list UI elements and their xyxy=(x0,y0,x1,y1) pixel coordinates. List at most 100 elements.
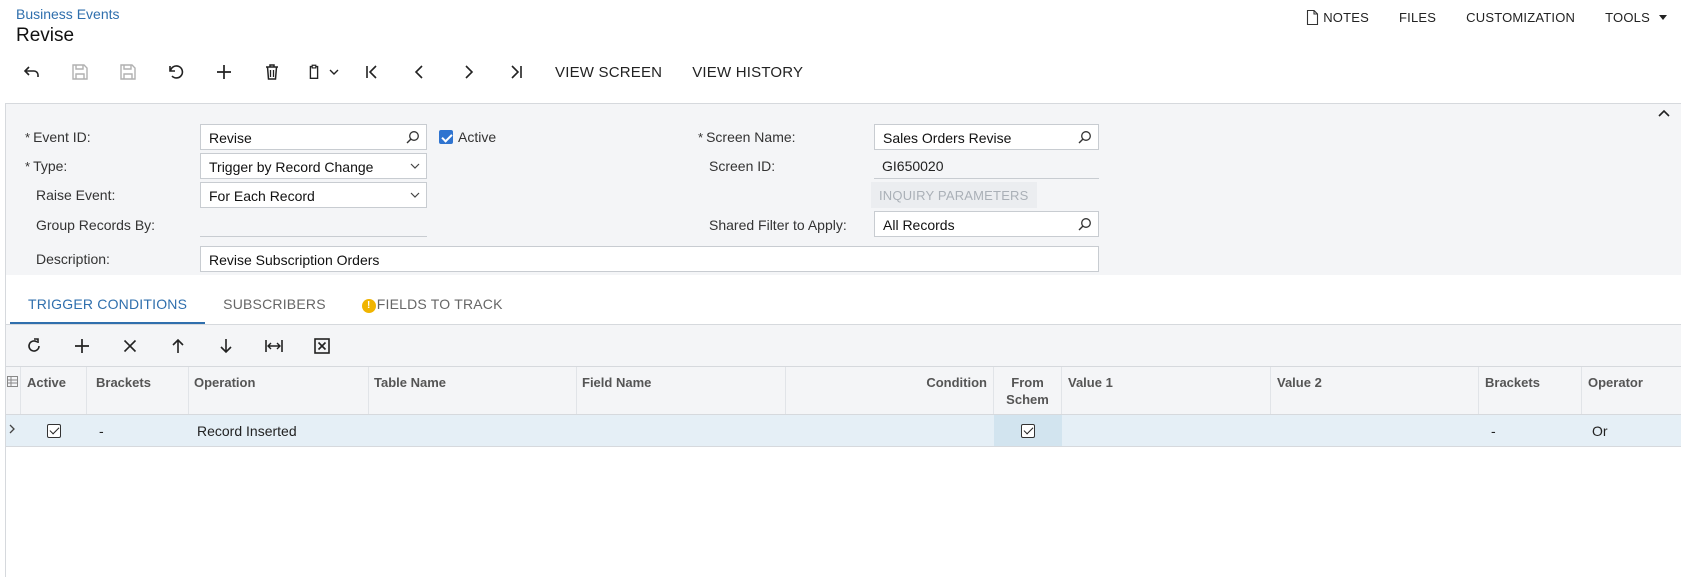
chevron-left-icon xyxy=(414,65,423,79)
raise-event-value: For Each Record xyxy=(209,188,315,204)
tab-subscribers[interactable]: SUBSCRIBERS xyxy=(205,290,344,325)
delete-row-button[interactable] xyxy=(106,330,154,362)
row-value2[interactable] xyxy=(1271,415,1479,446)
col-value1[interactable]: Value 1 xyxy=(1062,367,1271,414)
add-row-button[interactable] xyxy=(58,330,106,362)
shared-filter-field[interactable]: All Records xyxy=(874,211,1099,237)
event-id-label-text: Event ID: xyxy=(33,129,91,145)
col-brackets-open[interactable]: Brackets xyxy=(87,367,189,414)
collapse-chevron-up-icon[interactable] xyxy=(1657,108,1671,118)
save-button[interactable] xyxy=(104,56,152,88)
active-label: Active xyxy=(458,129,497,145)
search-icon[interactable] xyxy=(406,130,420,144)
checkbox-checked-icon xyxy=(1021,424,1035,439)
add-button[interactable] xyxy=(200,56,248,88)
col-from-schema-line2: Schem xyxy=(1006,392,1049,407)
row-selector[interactable] xyxy=(5,415,21,446)
row-value1[interactable] xyxy=(1062,415,1271,446)
col-operator[interactable]: Operator xyxy=(1582,367,1681,414)
tab-trigger-conditions[interactable]: TRIGGER CONDITIONS xyxy=(10,290,206,325)
breadcrumb[interactable]: Business Events xyxy=(16,6,120,22)
back-button[interactable] xyxy=(8,56,56,88)
search-icon[interactable] xyxy=(1078,130,1092,144)
view-screen-button[interactable]: VIEW SCREEN xyxy=(540,56,677,88)
refresh-button[interactable] xyxy=(10,330,58,362)
next-record-button[interactable] xyxy=(444,56,492,88)
required-mark: * xyxy=(25,159,31,174)
screen-name-label-text: Screen Name: xyxy=(706,129,796,145)
search-icon[interactable] xyxy=(1078,217,1092,231)
move-up-button[interactable] xyxy=(154,330,202,362)
raise-event-select[interactable]: For Each Record xyxy=(200,182,427,208)
clipboard-menu-button[interactable] xyxy=(296,56,348,88)
description-label: Description: xyxy=(36,251,110,267)
trash-icon xyxy=(266,64,278,80)
refresh-icon xyxy=(28,337,40,352)
delete-button[interactable] xyxy=(248,56,296,88)
row-field-name[interactable] xyxy=(577,415,786,446)
undo-button[interactable] xyxy=(152,56,200,88)
description-value: Revise Subscription Orders xyxy=(209,252,380,268)
chevron-down-icon xyxy=(329,69,339,75)
tools-menu[interactable]: TOOLS xyxy=(1605,10,1667,25)
grid-settings-cell[interactable] xyxy=(5,367,21,414)
event-id-field[interactable]: Revise xyxy=(200,124,427,150)
trigger-conditions-grid: Active Brackets Operation Table Name Fie… xyxy=(5,366,1681,447)
row-operation[interactable]: Record Inserted xyxy=(189,415,369,446)
table-row[interactable]: - Record Inserted - Or xyxy=(5,415,1681,447)
save-close-button[interactable] xyxy=(56,56,104,88)
group-records-field[interactable] xyxy=(200,211,427,237)
undo-icon xyxy=(169,65,184,79)
left-border xyxy=(5,103,6,577)
row-brackets-close[interactable]: - xyxy=(1479,415,1582,446)
screen-name-field[interactable]: Sales Orders Revise xyxy=(874,124,1099,150)
grid-toolbar xyxy=(5,325,1681,366)
shared-filter-label: Shared Filter to Apply: xyxy=(709,217,847,233)
excel-icon xyxy=(314,337,330,354)
grid-header: Active Brackets Operation Table Name Fie… xyxy=(5,366,1681,415)
tab-bar: TRIGGER CONDITIONS SUBSCRIBERS ! FIELDS T… xyxy=(10,290,521,325)
col-operation[interactable]: Operation xyxy=(189,367,369,414)
col-field-name[interactable]: Field Name xyxy=(577,367,786,414)
fit-width-icon xyxy=(265,339,283,352)
last-record-button[interactable] xyxy=(492,56,540,88)
row-brackets-open[interactable]: - xyxy=(87,415,189,446)
inquiry-parameters-button[interactable]: INQUIRY PARAMETERS xyxy=(871,182,1037,208)
fit-columns-button[interactable] xyxy=(250,330,298,362)
col-condition[interactable]: Condition xyxy=(786,367,994,414)
customization-link[interactable]: CUSTOMIZATION xyxy=(1466,10,1575,25)
chevron-right-icon xyxy=(465,65,474,79)
raise-event-label: Raise Event: xyxy=(36,187,116,203)
row-operator[interactable]: Or xyxy=(1582,415,1681,446)
shared-filter-value: All Records xyxy=(883,217,955,233)
export-excel-button[interactable] xyxy=(298,330,346,362)
chevron-down-icon xyxy=(410,163,420,169)
caret-down-icon xyxy=(1659,15,1667,20)
notes-link[interactable]: NOTES xyxy=(1306,10,1369,25)
col-value2[interactable]: Value 2 xyxy=(1271,367,1479,414)
row-active-cell[interactable] xyxy=(21,415,87,446)
required-mark: * xyxy=(698,130,704,145)
col-active[interactable]: Active xyxy=(21,367,87,414)
checkbox-checked-icon xyxy=(47,424,61,439)
col-from-schema[interactable]: From Schem xyxy=(994,367,1062,414)
tab-fields-to-track[interactable]: ! FIELDS TO TRACK xyxy=(344,290,521,325)
type-select[interactable]: Trigger by Record Change xyxy=(200,153,427,179)
row-table-name[interactable] xyxy=(369,415,577,446)
arrow-up-icon xyxy=(172,338,184,353)
active-check-icon xyxy=(439,130,453,144)
col-table-name[interactable]: Table Name xyxy=(369,367,577,414)
tab-fields-to-track-label: FIELDS TO TRACK xyxy=(376,296,503,312)
col-brackets-close[interactable]: Brackets xyxy=(1479,367,1582,414)
files-link[interactable]: FILES xyxy=(1399,10,1436,25)
view-history-button[interactable]: VIEW HISTORY xyxy=(677,56,818,88)
last-icon xyxy=(511,65,522,79)
description-field[interactable]: Revise Subscription Orders xyxy=(200,246,1099,272)
active-checkbox[interactable]: Active xyxy=(439,129,496,145)
row-from-schema-cell[interactable] xyxy=(994,415,1062,446)
first-record-button[interactable] xyxy=(348,56,396,88)
previous-record-button[interactable] xyxy=(396,56,444,88)
screen-id-value: GI650020 xyxy=(882,158,944,174)
row-condition[interactable] xyxy=(786,415,994,446)
move-down-button[interactable] xyxy=(202,330,250,362)
